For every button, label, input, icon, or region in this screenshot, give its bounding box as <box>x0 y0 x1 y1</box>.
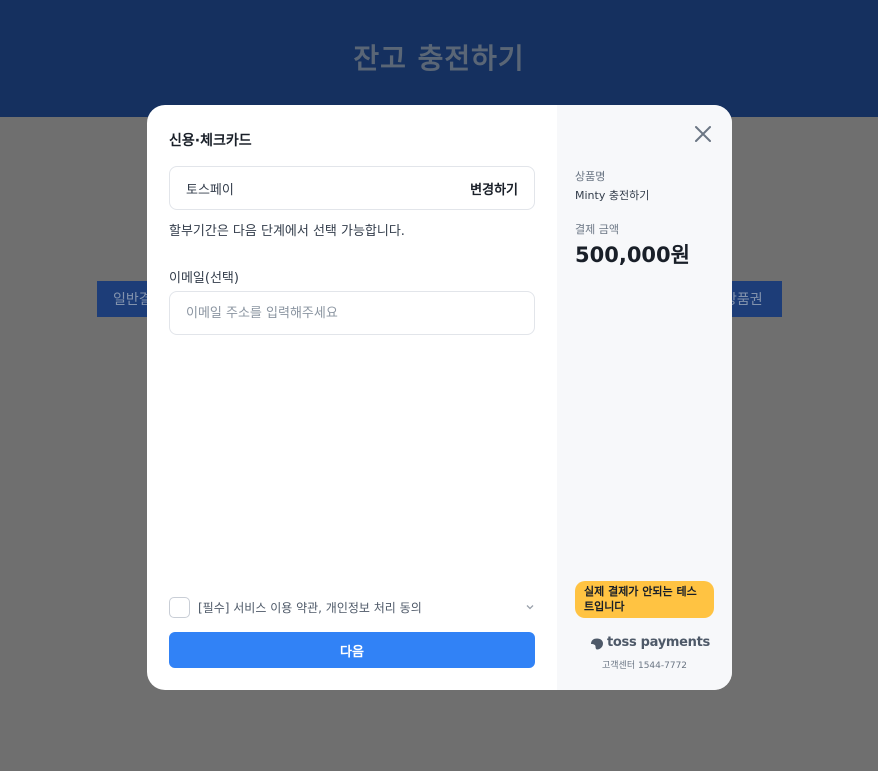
page-header: 잔고 충전하기 <box>0 0 878 117</box>
change-method-button[interactable]: 변경하기 <box>470 179 518 198</box>
amount-label: 결제 금액 <box>575 223 619 236</box>
payment-method-name: 토스페이 <box>186 182 234 198</box>
payment-modal: 신용·체크카드 토스페이 변경하기 할부기간은 다음 단계에서 선택 가능합니다… <box>147 105 732 690</box>
amount-value: 500,000원 <box>575 243 690 267</box>
page-title: 잔고 충전하기 <box>353 41 525 75</box>
product-name: Minty 충전하기 <box>575 189 650 202</box>
terms-checkbox[interactable] <box>169 596 190 618</box>
product-label: 상품명 <box>575 170 606 183</box>
terms-label: [필수] 서비스 이용 약관, 개인정보 처리 동의 <box>198 600 422 615</box>
test-mode-badge: 실제 결제가 안되는 테스트입니다 <box>575 581 714 618</box>
email-input[interactable] <box>169 291 535 335</box>
chevron-down-icon[interactable] <box>525 602 535 612</box>
next-button[interactable]: 다음 <box>169 632 535 668</box>
general-payment-button: 일반결 <box>97 281 151 317</box>
toss-payments-logo: toss payments <box>590 635 710 650</box>
terms-agreement-row[interactable]: [필수] 서비스 이용 약관, 개인정보 처리 동의 <box>169 595 535 619</box>
payment-method-title: 신용·체크카드 <box>169 133 252 149</box>
email-label: 이메일(선택) <box>169 271 239 286</box>
brand-name: toss payments <box>607 635 710 650</box>
installment-note: 할부기간은 다음 단계에서 선택 가능합니다. <box>169 224 405 239</box>
toss-logo-icon <box>590 636 604 650</box>
payment-form: 신용·체크카드 토스페이 변경하기 할부기간은 다음 단계에서 선택 가능합니다… <box>147 105 557 690</box>
support-center-text: 고객센터 1544-7772 <box>602 661 688 671</box>
close-icon[interactable] <box>692 123 714 145</box>
order-summary: 상품명 Minty 충전하기 결제 금액 500,000원 실제 결제가 안되는… <box>557 105 732 690</box>
payment-method-box: 토스페이 변경하기 <box>169 166 535 210</box>
